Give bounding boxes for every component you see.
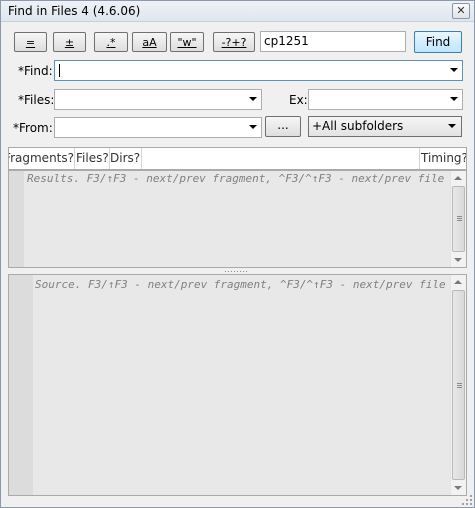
chevron-down-icon[interactable]: [448, 124, 456, 128]
close-button[interactable]: ✕: [452, 3, 470, 19]
files-label: *Files:: [18, 93, 55, 107]
plus-minus-button[interactable]: ±: [53, 32, 86, 52]
from-combo[interactable]: [54, 117, 262, 138]
scroll-thumb[interactable]: [452, 290, 465, 480]
results-placeholder: Results. F3/↑F3 - next/prev fragment, ^F…: [27, 172, 445, 185]
regex-button[interactable]: .*: [94, 32, 128, 52]
column-files[interactable]: Files?: [75, 148, 110, 169]
scroll-down-icon[interactable]: [454, 486, 462, 490]
scroll-up-icon[interactable]: [454, 176, 462, 180]
results-scrollbar[interactable]: [450, 171, 466, 267]
exclude-combo[interactable]: [308, 89, 463, 110]
exclude-label: Ex:: [289, 93, 308, 107]
from-label: *From:: [13, 121, 53, 135]
encoding-field[interactable]: cp1251: [260, 31, 406, 52]
column-fragments[interactable]: Fragments?: [9, 148, 75, 169]
case-sensitive-button[interactable]: aA: [132, 32, 167, 52]
source-gutter: [9, 275, 33, 495]
scroll-down-icon[interactable]: [454, 258, 462, 262]
subfolders-value: +All subfolders: [312, 119, 404, 133]
resize-grip-icon[interactable]: [462, 495, 472, 505]
chevron-down-icon[interactable]: [450, 68, 458, 72]
find-in-files-window: Find in Files 4 (4.6.06) ✕ = ± .* aA "w"…: [0, 0, 475, 508]
exact-match-button[interactable]: =: [14, 32, 47, 52]
find-combo[interactable]: [54, 60, 463, 81]
source-placeholder: Source. F3/↑F3 - next/prev fragment, ^F3…: [35, 278, 446, 291]
results-pane[interactable]: Results. F3/↑F3 - next/prev fragment, ^F…: [8, 170, 467, 268]
text-caret: [59, 64, 60, 77]
scroll-up-icon[interactable]: [454, 280, 462, 284]
results-gutter: [9, 171, 24, 267]
wildcards-button[interactable]: -?+?: [213, 32, 255, 52]
column-dirs[interactable]: Dirs?: [110, 148, 142, 169]
source-pane[interactable]: Source. F3/↑F3 - next/prev fragment, ^F3…: [8, 274, 467, 496]
results-header: Fragments? Files? Dirs? Timing?: [8, 147, 467, 170]
find-label: *Find:: [18, 64, 53, 78]
column-timing[interactable]: Timing?: [419, 148, 466, 169]
source-scrollbar[interactable]: [450, 275, 466, 495]
scroll-thumb[interactable]: [452, 186, 465, 252]
chevron-down-icon[interactable]: [249, 97, 257, 101]
find-button[interactable]: Find: [414, 31, 462, 53]
title-bar[interactable]: Find in Files 4 (4.6.06) ✕: [1, 1, 474, 22]
chevron-down-icon[interactable]: [450, 97, 458, 101]
whole-words-button[interactable]: "w": [170, 32, 204, 52]
browse-button[interactable]: ...: [265, 116, 301, 137]
files-combo[interactable]: [54, 89, 262, 110]
chevron-down-icon[interactable]: [249, 125, 257, 129]
window-title: Find in Files 4 (4.6.06): [8, 4, 141, 18]
subfolders-select[interactable]: +All subfolders: [308, 116, 462, 137]
